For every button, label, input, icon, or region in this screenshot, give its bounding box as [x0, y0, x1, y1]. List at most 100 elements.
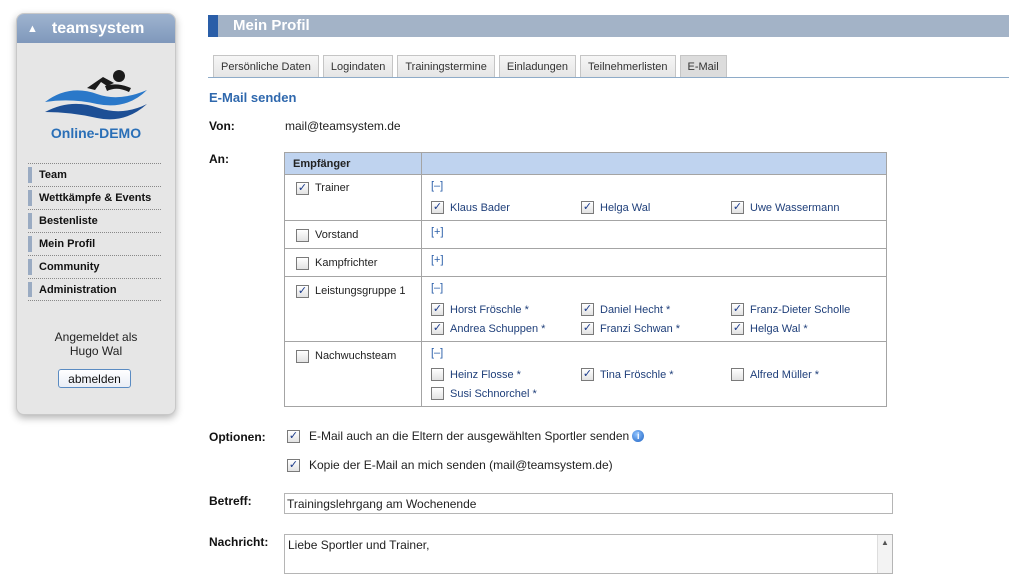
option-parents[interactable]: E-Mail auch an die Eltern der ausgewählt…: [287, 429, 645, 443]
message-scrollbar[interactable]: ▲: [877, 535, 892, 573]
scroll-up-arrow-icon[interactable]: ▲: [878, 538, 892, 547]
member-item[interactable]: Daniel Hecht *: [581, 300, 731, 319]
member-name: Klaus Bader: [450, 201, 510, 214]
member-checkbox[interactable]: [581, 368, 594, 381]
option-copy[interactable]: Kopie der E-Mail an mich senden (mail@te…: [287, 458, 613, 472]
group-label: Leistungsgruppe 1: [315, 285, 406, 297]
sidebar-item-label: Mein Profil: [39, 238, 96, 250]
member-checkbox[interactable]: [581, 201, 594, 214]
member-item[interactable]: Susi Schnorchel *: [431, 384, 581, 403]
sidebar-item-label: Wettkämpfe & Events: [39, 192, 152, 204]
sidebar-item-rankings[interactable]: Bestenliste: [28, 209, 161, 232]
table-row: Kampfrichter [+]: [285, 249, 886, 277]
recipients-table: Empfänger Trainer [–] Klaus Bader Helga …: [284, 152, 887, 407]
group-checkbox-judges[interactable]: [296, 257, 309, 270]
tab-participant-lists[interactable]: Teilnehmerlisten: [580, 55, 676, 77]
table-row: Trainer [–] Klaus Bader Helga Wal Uwe Wa…: [285, 175, 886, 221]
collapse-toggle[interactable]: [–]: [431, 347, 886, 361]
tab-training-dates[interactable]: Trainingstermine: [397, 55, 495, 77]
member-checkbox[interactable]: [431, 303, 444, 316]
expand-toggle[interactable]: [+]: [431, 254, 886, 268]
member-checkbox[interactable]: [731, 201, 744, 214]
table-header: Empfänger: [285, 153, 886, 175]
login-status: Angemeldet als Hugo Wal: [17, 330, 175, 358]
table-row: Leistungsgruppe 1 [–] Horst Fröschle * D…: [285, 277, 886, 342]
column-header-recipients: Empfänger: [285, 153, 422, 174]
triangle-up-icon[interactable]: ▲: [27, 23, 38, 35]
member-checkbox[interactable]: [581, 303, 594, 316]
member-item[interactable]: Alfred Müller *: [731, 365, 881, 384]
member-checkbox[interactable]: [431, 387, 444, 400]
members-cell: [+]: [422, 221, 886, 248]
group-checkbox-performance-group[interactable]: [296, 285, 309, 298]
member-checkbox[interactable]: [431, 201, 444, 214]
member-item[interactable]: Helga Wal *: [731, 319, 881, 338]
member-name: Alfred Müller *: [750, 368, 820, 381]
tab-login-data[interactable]: Logindaten: [322, 55, 394, 77]
member-checkbox[interactable]: [431, 368, 444, 381]
member-name: Helga Wal *: [750, 322, 808, 335]
member-name: Tina Fröschle *: [600, 368, 674, 381]
member-name: Heinz Flosse *: [450, 368, 521, 381]
group-label: Trainer: [315, 182, 350, 194]
expand-toggle[interactable]: [+]: [431, 226, 886, 240]
member-list: Heinz Flosse * Tina Fröschle * Alfred Mü…: [431, 365, 886, 403]
group-checkbox-trainer[interactable]: [296, 182, 309, 195]
tab-invitations[interactable]: Einladungen: [498, 55, 577, 77]
member-item[interactable]: Andrea Schuppen *: [431, 319, 581, 338]
sidebar-item-label: Community: [39, 261, 100, 273]
brand-name: teamsystem: [51, 19, 145, 37]
members-cell: [–] Horst Fröschle * Daniel Hecht * Fran…: [422, 277, 886, 341]
demo-label: Online-DEMO: [50, 125, 142, 141]
subject-input[interactable]: Trainingslehrgang am Wochenende: [284, 493, 893, 514]
member-name: Franzi Schwan *: [600, 322, 681, 335]
table-row: Vorstand [+]: [285, 221, 886, 249]
option-parents-checkbox[interactable]: [287, 429, 300, 443]
member-checkbox[interactable]: [581, 322, 594, 335]
group-cell: Vorstand: [285, 221, 422, 248]
tab-bar: Persönliche Daten Logindaten Trainingste…: [213, 55, 727, 77]
sidebar-item-events[interactable]: Wettkämpfe & Events: [28, 186, 161, 209]
member-name: Andrea Schuppen *: [450, 322, 546, 335]
member-item[interactable]: Franzi Schwan *: [581, 319, 731, 338]
group-label: Kampfrichter: [315, 257, 378, 269]
collapse-toggle[interactable]: [–]: [431, 282, 886, 296]
member-list: Horst Fröschle * Daniel Hecht * Franz-Di…: [431, 300, 886, 338]
member-item[interactable]: Heinz Flosse *: [431, 365, 581, 384]
option-copy-label: Kopie der E-Mail an mich senden (mail@te…: [309, 458, 613, 472]
member-item[interactable]: Franz-Dieter Scholle: [731, 300, 881, 319]
member-name: Susi Schnorchel *: [450, 387, 537, 400]
group-checkbox-board[interactable]: [296, 229, 309, 242]
sidebar-header[interactable]: ▲ teamsystem: [17, 14, 175, 43]
sidebar-item-profile[interactable]: Mein Profil: [28, 232, 161, 255]
message-text: Liebe Sportler und Trainer,: [288, 538, 430, 552]
member-checkbox[interactable]: [731, 322, 744, 335]
member-item[interactable]: Tina Fröschle *: [581, 365, 731, 384]
member-list: Klaus Bader Helga Wal Uwe Wassermann: [431, 198, 886, 217]
sidebar-item-community[interactable]: Community: [28, 255, 161, 278]
group-checkbox-youth-team[interactable]: [296, 350, 309, 363]
info-icon[interactable]: i: [632, 430, 645, 442]
member-item[interactable]: Horst Fröschle *: [431, 300, 581, 319]
swimmer-logo: [45, 70, 147, 120]
member-checkbox[interactable]: [731, 303, 744, 316]
message-textarea[interactable]: Liebe Sportler und Trainer, ▲: [284, 534, 893, 574]
member-item[interactable]: Helga Wal: [581, 198, 731, 217]
group-label: Vorstand: [315, 229, 359, 241]
sidebar: ▲ teamsystem Online-DEMO Team Wettkämpfe…: [16, 13, 176, 415]
logout-button[interactable]: abmelden: [58, 369, 131, 388]
member-item[interactable]: Klaus Bader: [431, 198, 581, 217]
collapse-toggle[interactable]: [–]: [431, 180, 886, 194]
option-copy-checkbox[interactable]: [287, 458, 300, 472]
group-cell: Kampfrichter: [285, 249, 422, 276]
group-cell: Nachwuchsteam: [285, 342, 422, 406]
member-checkbox[interactable]: [731, 368, 744, 381]
member-checkbox[interactable]: [431, 322, 444, 335]
tab-email[interactable]: E-Mail: [679, 55, 727, 77]
tab-personal-data[interactable]: Persönliche Daten: [213, 55, 319, 77]
member-item[interactable]: Uwe Wassermann: [731, 198, 881, 217]
members-cell: [+]: [422, 249, 886, 276]
sidebar-item-administration[interactable]: Administration: [28, 278, 161, 301]
group-label: Nachwuchsteam: [315, 350, 397, 362]
sidebar-item-team[interactable]: Team: [28, 163, 161, 186]
